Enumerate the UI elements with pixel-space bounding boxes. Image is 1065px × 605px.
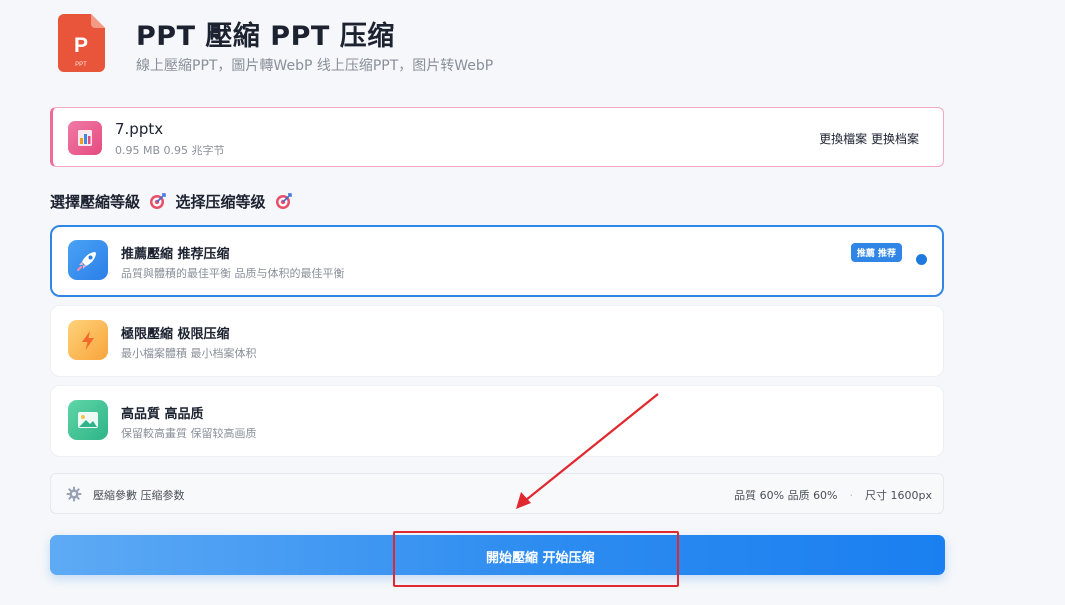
selected-file-card: 7.pptx 0.95 MB 0.95 兆字节 更換檔案 更换档案 xyxy=(50,107,944,167)
recommended-badge: 推薦 推荐 xyxy=(850,243,902,262)
separator: · xyxy=(849,489,854,502)
params-summary: 品質 60% 品质 60% · 尺寸 1600px xyxy=(734,487,932,503)
option-name: 高品質 高品质 xyxy=(121,407,204,422)
rocket-icon xyxy=(68,240,108,280)
compression-level-heading: 選擇壓縮等級 选择压缩等级 xyxy=(50,191,296,214)
image-icon xyxy=(68,400,108,440)
ppt-app-icon: P PPT xyxy=(58,14,105,72)
option-extreme[interactable]: 極限壓縮 极限压缩 最小檔案體積 最小档案体积 xyxy=(50,305,944,377)
option-description: 最小檔案體積 最小档案体积 xyxy=(121,347,257,360)
option-name: 推薦壓縮 推荐压缩 xyxy=(121,247,230,262)
compression-params-bar[interactable]: 壓縮參數 压缩参数 品質 60% 品质 60% · 尺寸 1600px xyxy=(50,473,944,514)
option-description: 保留較高畫質 保留较高画质 xyxy=(121,427,257,440)
file-size: 0.95 MB 0.95 兆字节 xyxy=(115,144,225,157)
gear-icon xyxy=(66,486,82,506)
selected-radio[interactable] xyxy=(916,254,927,265)
file-type-icon xyxy=(68,121,102,155)
params-label: 壓縮參數 压缩参数 xyxy=(93,489,185,502)
svg-text:P: P xyxy=(74,34,88,57)
option-high-quality[interactable]: 高品質 高品质 保留較高畫質 保留较高画质 xyxy=(50,385,944,457)
page-title: PPT 壓縮 PPT 压缩 xyxy=(136,21,395,52)
option-name: 極限壓縮 极限压缩 xyxy=(121,327,230,342)
compression-level-title: 選擇壓縮等級 xyxy=(50,193,141,211)
option-description: 品質與體積的最佳平衡 品质与体积的最佳平衡 xyxy=(121,267,345,280)
size-value: 尺寸 1600px xyxy=(865,489,932,502)
option-recommended[interactable]: 推薦壓縮 推荐压缩 品質與體積的最佳平衡 品质与体积的最佳平衡 推薦 推荐 xyxy=(50,225,944,297)
file-name: 7.pptx xyxy=(115,120,164,138)
lightning-icon xyxy=(68,320,108,360)
page-subtitle: 線上壓縮PPT，圖片轉WebP 线上压缩PPT，图片转WebP xyxy=(136,58,494,74)
target-icon xyxy=(275,193,292,214)
svg-text:PPT: PPT xyxy=(75,62,87,68)
quality-value: 品質 60% 品质 60% xyxy=(734,489,838,502)
compression-level-title-alt: 选择压缩等级 xyxy=(175,193,266,211)
replace-file-button[interactable]: 更換檔案 更换档案 xyxy=(819,130,919,147)
highlight-box xyxy=(393,531,679,587)
annotation-arrow xyxy=(516,393,659,509)
target-icon xyxy=(149,193,166,214)
